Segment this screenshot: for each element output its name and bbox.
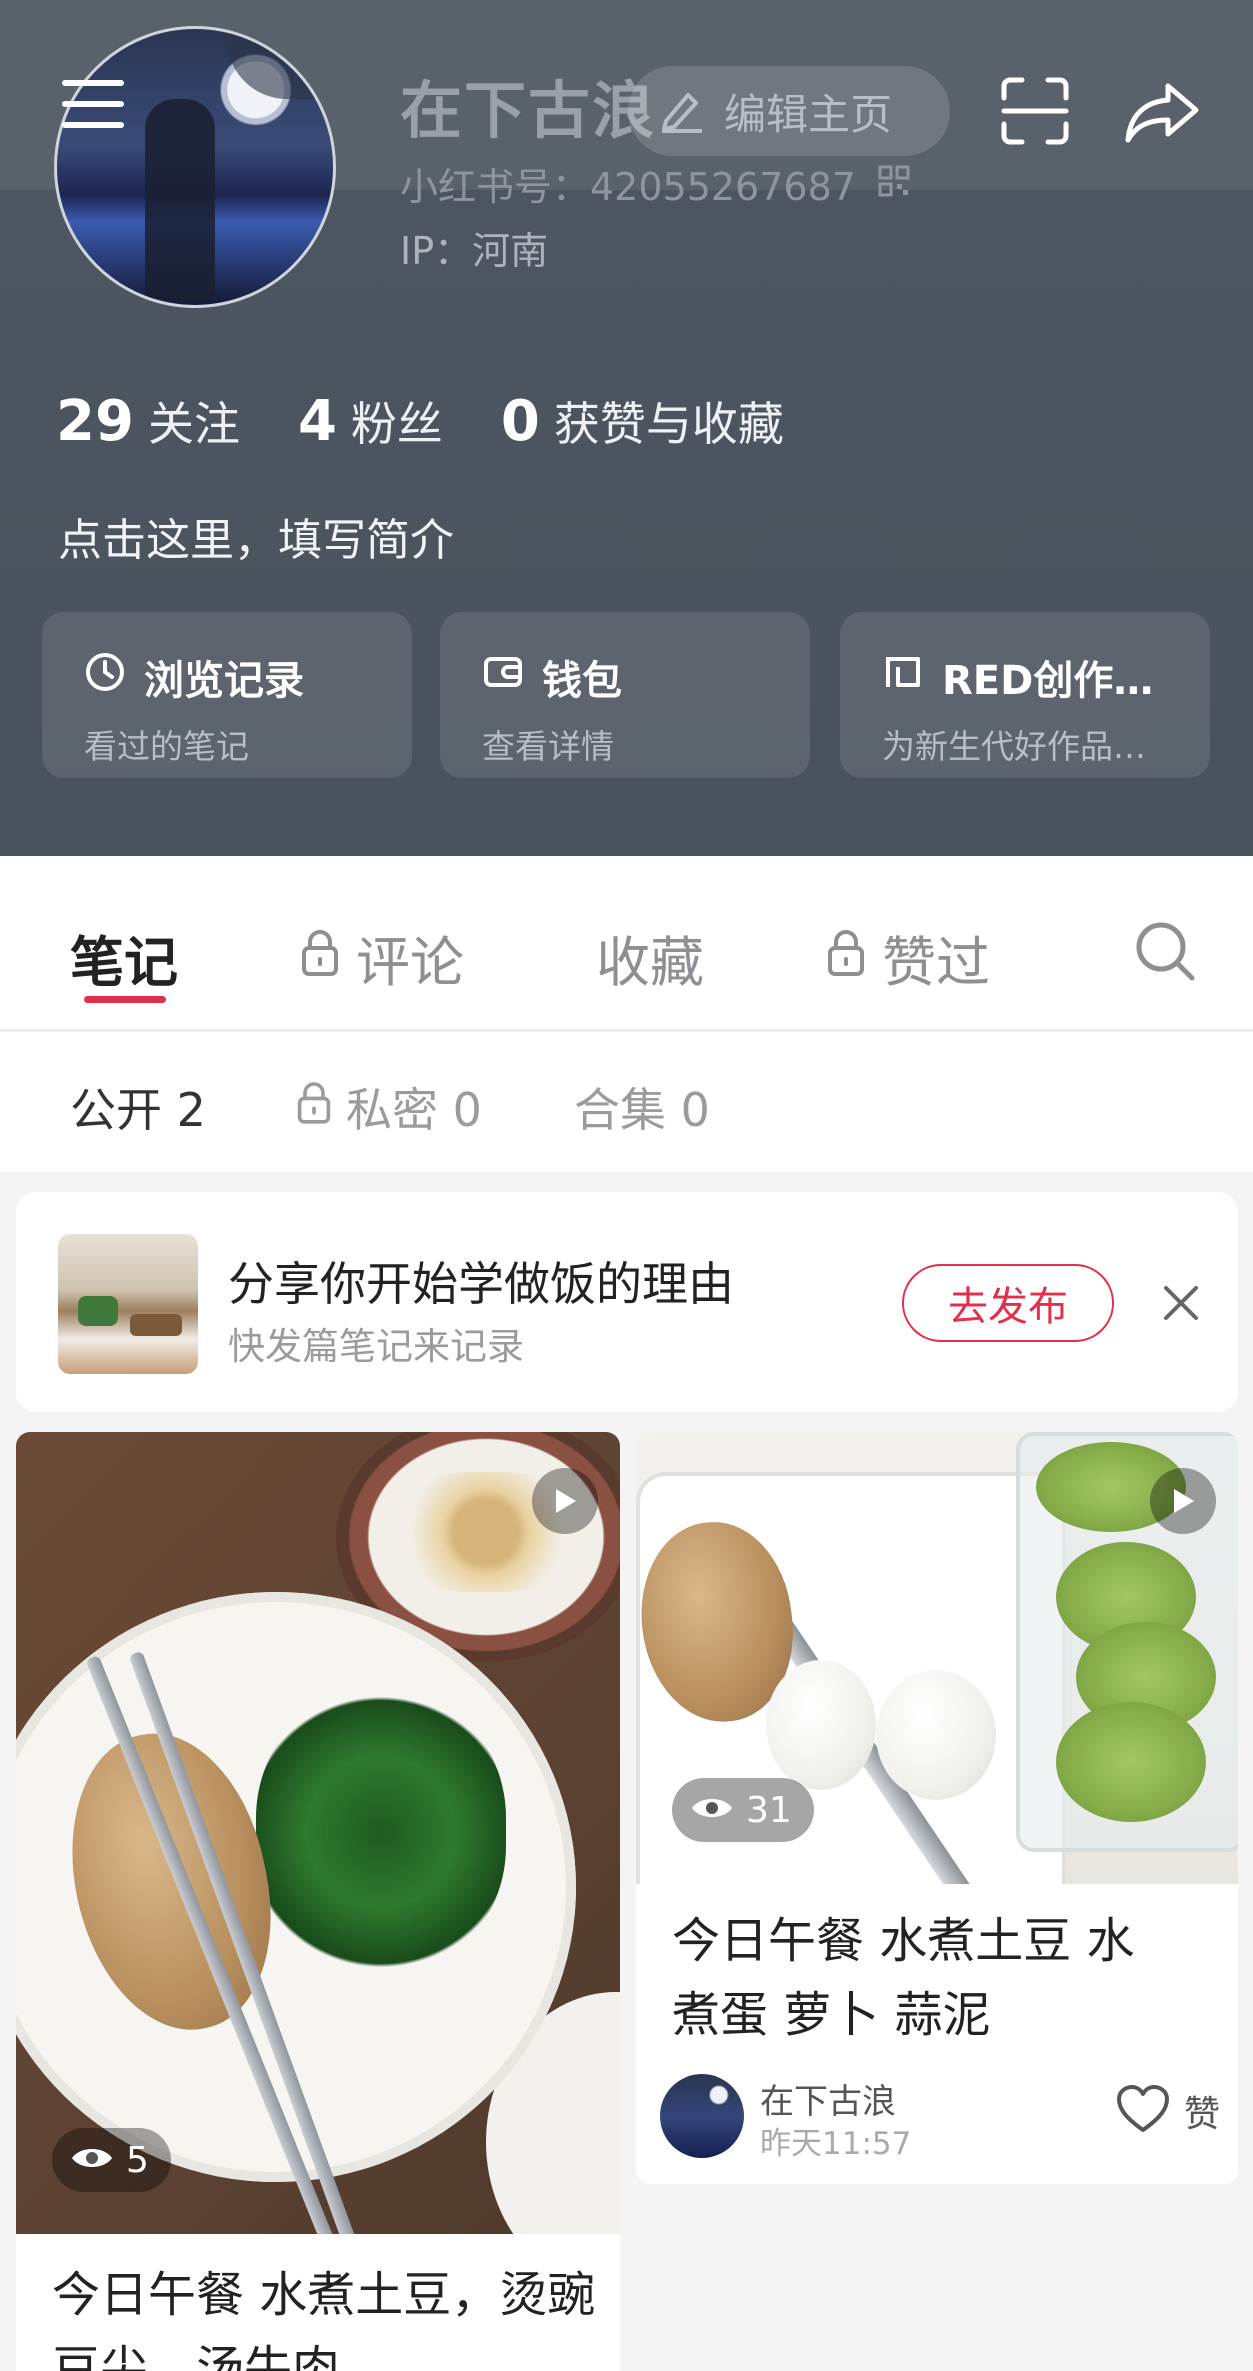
quick-card-title-row: 钱包 bbox=[482, 648, 810, 706]
wallet-icon bbox=[482, 651, 524, 703]
view-count-badge: 5 bbox=[52, 2128, 171, 2192]
heart-icon bbox=[1116, 2084, 1170, 2138]
note-filter-tabs: 公开 2 私密 0 合集 0 bbox=[0, 1032, 1253, 1172]
stat-followers[interactable]: 4 粉丝 bbox=[298, 388, 443, 454]
tab-comments[interactable]: 评论 bbox=[300, 918, 464, 997]
avatar-figure-shape bbox=[145, 99, 215, 299]
stat-label: 关注 bbox=[147, 397, 240, 451]
stat-label: 获赞与收藏 bbox=[553, 397, 784, 451]
publish-prompt-card[interactable]: 分享你开始学做饭的理由 快发篇笔记来记录 去发布 bbox=[16, 1192, 1238, 1412]
eye-icon bbox=[70, 2140, 114, 2181]
tab-label: 收藏 bbox=[596, 931, 704, 994]
note-card[interactable]: 31 今日午餐 水煮土豆 水 煮蛋 萝卜 蒜泥 在下古浪 昨天11:57 赞 bbox=[636, 1432, 1238, 2184]
edit-profile-button[interactable]: 编辑主页 bbox=[628, 66, 950, 156]
subtab-label: 合集 0 bbox=[574, 1083, 710, 1137]
note-title-line: 今日午餐 水煮土豆 水 bbox=[672, 1913, 1135, 1969]
subtab-albums[interactable]: 合集 0 bbox=[574, 1074, 710, 1140]
note-title: 今日午餐 水煮土豆 水 煮蛋 萝卜 蒜泥 bbox=[672, 1904, 1135, 2052]
note-cover-image: 31 bbox=[636, 1432, 1238, 1884]
note-title: 今日午餐 水煮土豆，烫豌豆尖，汤牛肉 bbox=[52, 2267, 596, 2371]
ip-location: IP：河南 bbox=[400, 229, 549, 273]
profile-header: 在下古浪 编辑主页 小红书号：42055267687 IP：河南 29 关注 4… bbox=[0, 0, 1253, 856]
view-count-badge: 31 bbox=[672, 1778, 814, 1842]
egg-shape bbox=[876, 1670, 996, 1800]
quick-card-subtitle: 看过的笔记 bbox=[84, 727, 249, 766]
subtab-label: 私密 0 bbox=[346, 1083, 482, 1137]
tab-collections[interactable]: 收藏 bbox=[596, 918, 704, 997]
subtab-public[interactable]: 公开 2 bbox=[70, 1074, 206, 1140]
edit-profile-label: 编辑主页 bbox=[724, 89, 893, 139]
edit-icon bbox=[658, 85, 706, 137]
promo-subtitle: 快发篇笔记来记录 bbox=[228, 1325, 524, 1368]
red-id[interactable]: 小红书号：42055267687 bbox=[400, 156, 910, 211]
bio-prompt[interactable]: 点击这里，填写简介 bbox=[58, 504, 454, 568]
note-card[interactable]: 5 今日午餐 水煮土豆，烫豌豆尖，汤牛肉 bbox=[16, 1432, 620, 2371]
quick-card-wallet[interactable]: 钱包 查看详情 bbox=[440, 612, 810, 778]
greens-shape bbox=[256, 1692, 506, 1972]
note-title-line: 煮蛋 萝卜 蒜泥 bbox=[672, 1987, 991, 2043]
video-play-icon bbox=[532, 1468, 598, 1534]
note-author[interactable]: 在下古浪 昨天11:57 赞 bbox=[660, 2070, 1220, 2162]
lock-icon bbox=[826, 926, 866, 989]
promo-thumbnail bbox=[58, 1234, 198, 1374]
promo-title: 分享你开始学做饭的理由 bbox=[228, 1257, 734, 1311]
history-icon bbox=[84, 651, 126, 703]
active-tab-indicator bbox=[84, 996, 166, 1003]
quick-card-title-row: 浏览记录 bbox=[84, 648, 412, 706]
quick-card-subtitle: 查看详情 bbox=[482, 727, 614, 766]
quick-card-title-row: RED创作… bbox=[882, 648, 1210, 706]
creator-icon bbox=[882, 651, 924, 703]
stat-number: 0 bbox=[500, 389, 540, 454]
stat-following[interactable]: 29 关注 bbox=[56, 388, 240, 454]
tab-label: 笔记 bbox=[70, 931, 178, 994]
stat-label: 粉丝 bbox=[350, 397, 443, 451]
thumb-shape bbox=[78, 1296, 118, 1326]
quick-card-subtitle: 为新生代好作品… bbox=[882, 727, 1146, 766]
author-name: 在下古浪 bbox=[760, 2082, 896, 2122]
search-icon[interactable] bbox=[1134, 920, 1196, 982]
view-count: 5 bbox=[126, 2139, 149, 2181]
stat-likes-collects[interactable]: 0 获赞与收藏 bbox=[501, 388, 784, 454]
subtab-label: 公开 2 bbox=[70, 1083, 206, 1137]
close-icon[interactable] bbox=[1156, 1278, 1206, 1328]
like-label: 赞 bbox=[1183, 2094, 1220, 2135]
menu-icon[interactable] bbox=[58, 68, 130, 140]
subtab-private[interactable]: 私密 0 bbox=[296, 1074, 482, 1140]
view-count: 31 bbox=[746, 1789, 792, 1831]
scan-icon[interactable] bbox=[996, 72, 1074, 150]
tab-notes[interactable]: 笔记 bbox=[70, 918, 178, 997]
username: 在下古浪 bbox=[400, 74, 657, 147]
egg-shape bbox=[766, 1660, 876, 1790]
tab-label: 评论 bbox=[356, 931, 464, 994]
note-time: 昨天11:57 bbox=[760, 2126, 912, 2162]
quick-card-creator[interactable]: RED创作… 为新生代好作品… bbox=[840, 612, 1210, 778]
share-icon[interactable] bbox=[1120, 72, 1204, 152]
tab-liked[interactable]: 赞过 bbox=[826, 918, 990, 997]
lock-icon bbox=[296, 1080, 332, 1135]
quick-card-title: RED创作… bbox=[942, 658, 1154, 704]
author-avatar[interactable] bbox=[660, 2074, 744, 2158]
quick-card-title: 钱包 bbox=[542, 658, 622, 704]
video-play-icon bbox=[1150, 1468, 1216, 1534]
quick-card-history[interactable]: 浏览记录 看过的笔记 bbox=[42, 612, 412, 778]
stat-number: 4 bbox=[297, 389, 337, 454]
thumb-shape bbox=[130, 1314, 182, 1336]
qrcode-icon bbox=[878, 162, 910, 206]
note-cover-image: 5 bbox=[16, 1432, 620, 2234]
lock-icon bbox=[300, 926, 340, 989]
avatar-tree-shape bbox=[227, 29, 333, 99]
profile-tabs: 笔记 评论 收藏 赞过 bbox=[0, 856, 1253, 1031]
eye-icon bbox=[690, 1790, 734, 1831]
profile-stats: 29 关注 4 粉丝 0 获赞与收藏 bbox=[56, 388, 842, 454]
tab-label: 赞过 bbox=[882, 931, 990, 994]
radish-shape bbox=[1056, 1702, 1206, 1822]
stat-number: 29 bbox=[56, 389, 134, 454]
quick-card-title: 浏览记录 bbox=[144, 658, 304, 704]
red-id-text: 小红书号：42055267687 bbox=[400, 165, 856, 209]
publish-button[interactable]: 去发布 bbox=[902, 1264, 1114, 1342]
like-button[interactable]: 赞 bbox=[1116, 2084, 1220, 2138]
